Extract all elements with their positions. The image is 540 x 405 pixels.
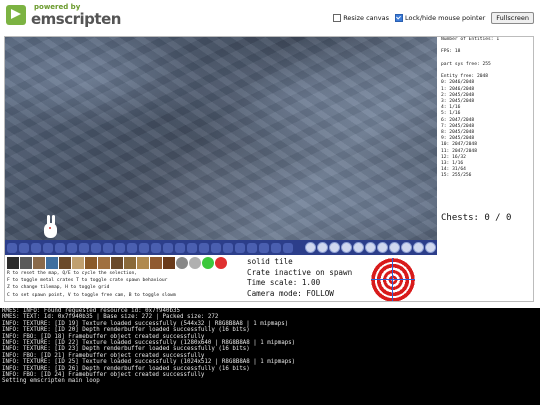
help-line: Z to change tilemap, H to toggle grid xyxy=(7,285,110,291)
ground-tile xyxy=(271,242,281,253)
ground-tile xyxy=(259,242,269,253)
ground-circle xyxy=(401,242,412,253)
stats-line: 15: 255/256 xyxy=(441,173,472,179)
palette-swatch[interactable] xyxy=(124,257,136,269)
fullscreen-button[interactable]: Fullscreen xyxy=(491,12,534,24)
status-line: Camera mode: FOLLOW xyxy=(247,288,334,298)
ground-circle xyxy=(317,242,328,253)
emscripten-logo[interactable]: powered by emscripten xyxy=(4,2,121,30)
ground-tile xyxy=(67,242,77,253)
palette-swatch[interactable] xyxy=(46,257,58,269)
ground-tile xyxy=(55,242,65,253)
output-console: RMES: INFO: Found requested resource id:… xyxy=(0,308,540,405)
chests-counter: Chests: 0 / 0 xyxy=(441,213,512,223)
bunny-player-sprite xyxy=(43,215,59,239)
ground-circle xyxy=(365,242,376,253)
ground-circle xyxy=(305,242,316,253)
ground-tile xyxy=(31,242,41,253)
ground-circle xyxy=(353,242,364,253)
help-line: R to reset the map, Q/E to cycle the sel… xyxy=(7,271,137,276)
palette-swatch[interactable] xyxy=(59,257,71,269)
resize-canvas-checkbox[interactable] xyxy=(333,14,342,22)
ground-circle xyxy=(413,242,424,253)
help-line: F to toggle metal crates T to toggle cra… xyxy=(7,278,168,284)
palette-swatch[interactable] xyxy=(215,257,227,269)
status-line: Time scale: 1.00 xyxy=(247,278,321,287)
ground-tile xyxy=(175,242,185,253)
game-viewport[interactable] xyxy=(5,37,437,255)
target-reticle-icon xyxy=(371,258,415,301)
ground-tile xyxy=(247,242,257,253)
logo-name: emscripten xyxy=(31,10,121,28)
palette-swatch[interactable] xyxy=(163,257,175,269)
palette-swatch[interactable] xyxy=(33,257,45,269)
ground-tile xyxy=(187,242,197,253)
ground-tile xyxy=(235,242,245,253)
ground-circle xyxy=(377,242,388,253)
ground-tile xyxy=(103,242,113,253)
page-header: powered by emscripten Resize canvas Lock… xyxy=(0,0,540,32)
palette-swatch[interactable] xyxy=(7,257,19,269)
palette-swatch[interactable] xyxy=(98,257,110,269)
palette-swatch[interactable] xyxy=(150,257,162,269)
palette-swatch[interactable] xyxy=(20,257,32,269)
ground-tile xyxy=(43,242,53,253)
resize-canvas-label: Resize canvas xyxy=(343,14,389,22)
game-canvas[interactable]: Number of Entities: 1 FPS: 18 part sys f… xyxy=(4,36,534,302)
ground-tile xyxy=(115,242,125,253)
palette-swatch[interactable] xyxy=(202,257,214,269)
status-line: Crate inactive on spawn xyxy=(247,267,353,277)
ground-circle xyxy=(329,242,340,253)
ground-tile xyxy=(139,242,149,253)
ground-tile xyxy=(19,242,29,253)
emscripten-logo-icon xyxy=(6,5,26,25)
editor-bar: R to reset the map, Q/E to cycle the sel… xyxy=(5,255,533,301)
palette-swatch[interactable] xyxy=(189,257,201,269)
ground-circle xyxy=(389,242,400,253)
palette-swatch[interactable] xyxy=(111,257,123,269)
ground-tile xyxy=(199,242,209,253)
tile-palette[interactable] xyxy=(7,257,228,269)
console-line: Setting emscripten main loop xyxy=(2,378,100,385)
ground-tile xyxy=(79,242,89,253)
ground-tile xyxy=(283,242,293,253)
status-line: solid tile xyxy=(247,257,293,266)
lock-mouse-checkbox[interactable] xyxy=(395,14,403,22)
help-text: R to reset the map, Q/E to cycle the sel… xyxy=(7,270,176,299)
lock-mouse-control[interactable]: Lock/hide mouse pointer xyxy=(395,14,485,22)
palette-swatch[interactable] xyxy=(176,257,188,269)
ground-tile xyxy=(127,242,137,253)
ground-tile xyxy=(223,242,233,253)
editor-status: solid tile Crate inactive on spawn Time sc… xyxy=(247,257,352,299)
canvas-controls: Resize canvas Lock/hide mouse pointer Fu… xyxy=(333,12,534,24)
resize-canvas-control[interactable]: Resize canvas xyxy=(333,14,389,22)
ground-tile xyxy=(7,242,17,253)
help-line: C to set spawn point, V to toggle free c… xyxy=(7,292,176,298)
ground-tile xyxy=(151,242,161,253)
ground-tile xyxy=(91,242,101,253)
palette-swatch[interactable] xyxy=(137,257,149,269)
palette-swatch[interactable] xyxy=(72,257,84,269)
ground-tile xyxy=(211,242,221,253)
lock-mouse-label: Lock/hide mouse pointer xyxy=(405,14,486,22)
palette-swatch[interactable] xyxy=(85,257,97,269)
ground-circle xyxy=(425,242,436,253)
ground-tile xyxy=(163,242,173,253)
ground-circle xyxy=(341,242,352,253)
